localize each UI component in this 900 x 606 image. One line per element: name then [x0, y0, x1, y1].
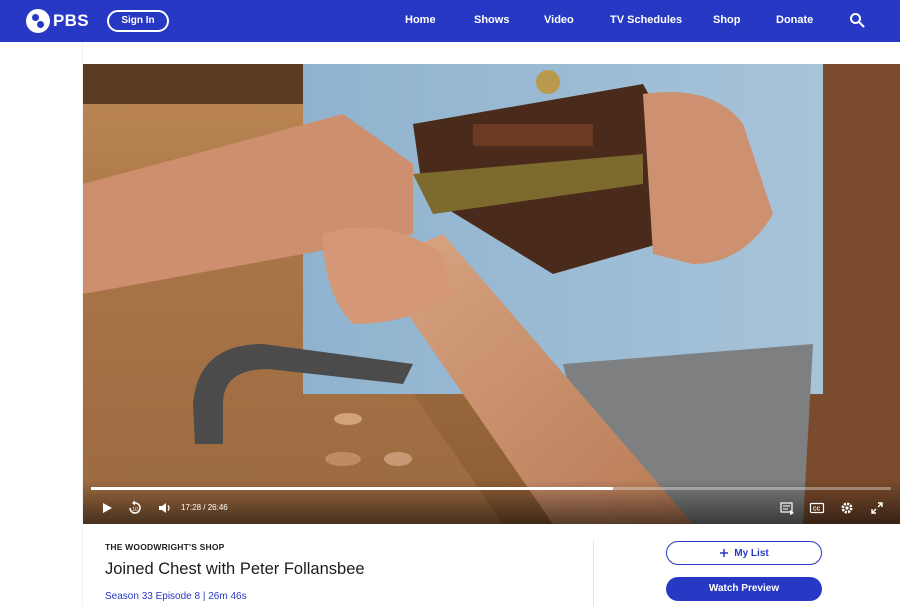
rewind-10-icon[interactable]: 10: [127, 500, 143, 516]
plus-icon: [720, 549, 729, 557]
chapters-icon[interactable]: [779, 500, 795, 516]
episode-title: Joined Chest with Peter Follansbee: [105, 560, 365, 578]
pbs-head-icon: [26, 9, 50, 33]
nav-shop[interactable]: Shop: [713, 14, 741, 26]
progress-fill: [91, 487, 613, 490]
section-divider: [593, 540, 594, 606]
my-list-label: My List: [734, 547, 769, 559]
video-frame-image: [83, 64, 900, 524]
nav-video[interactable]: Video: [544, 14, 574, 26]
volume-icon[interactable]: [157, 500, 173, 516]
video-player[interactable]: 10 17:28 / 26:46 CC: [83, 64, 900, 524]
watch-preview-button[interactable]: Watch Preview: [666, 577, 822, 601]
meta-separator: |: [202, 591, 206, 602]
episode-meta: Season 33 Episode 8 | 26m 46s: [105, 591, 247, 602]
show-name-link[interactable]: THE WOODWRIGHT'S SHOP: [105, 542, 225, 552]
nav-shows[interactable]: Shows: [474, 14, 509, 26]
fullscreen-icon[interactable]: [869, 500, 885, 516]
logo-text: PBS: [53, 11, 89, 30]
time-display: 17:28 / 26:46: [181, 503, 228, 512]
season-episode: Season 33 Episode 8: [105, 591, 201, 602]
cc-label: CC: [813, 507, 821, 513]
closed-captions-icon[interactable]: CC: [809, 500, 825, 516]
sign-in-button[interactable]: Sign In: [107, 10, 169, 32]
pbs-logo[interactable]: PBS: [26, 9, 89, 33]
runtime: 26m 46s: [208, 591, 247, 602]
duration: 26:46: [207, 503, 228, 512]
search-icon[interactable]: [849, 12, 865, 28]
current-time: 17:28: [181, 503, 202, 512]
rewind-label: 10: [132, 507, 138, 513]
top-nav-bar: PBS Sign In Home Shows Video TV Schedule…: [0, 0, 900, 42]
nav-tv-schedules[interactable]: TV Schedules: [610, 14, 682, 26]
nav-donate[interactable]: Donate: [776, 14, 813, 26]
nav-home[interactable]: Home: [405, 14, 436, 26]
progress-bar[interactable]: [91, 487, 891, 490]
player-controls: 10 17:28 / 26:46 CC: [83, 480, 900, 524]
settings-gear-icon[interactable]: [839, 500, 855, 516]
my-list-button[interactable]: My List: [666, 541, 822, 565]
left-margin: [0, 42, 83, 606]
play-icon[interactable]: [99, 500, 115, 516]
time-separator: /: [203, 503, 206, 512]
